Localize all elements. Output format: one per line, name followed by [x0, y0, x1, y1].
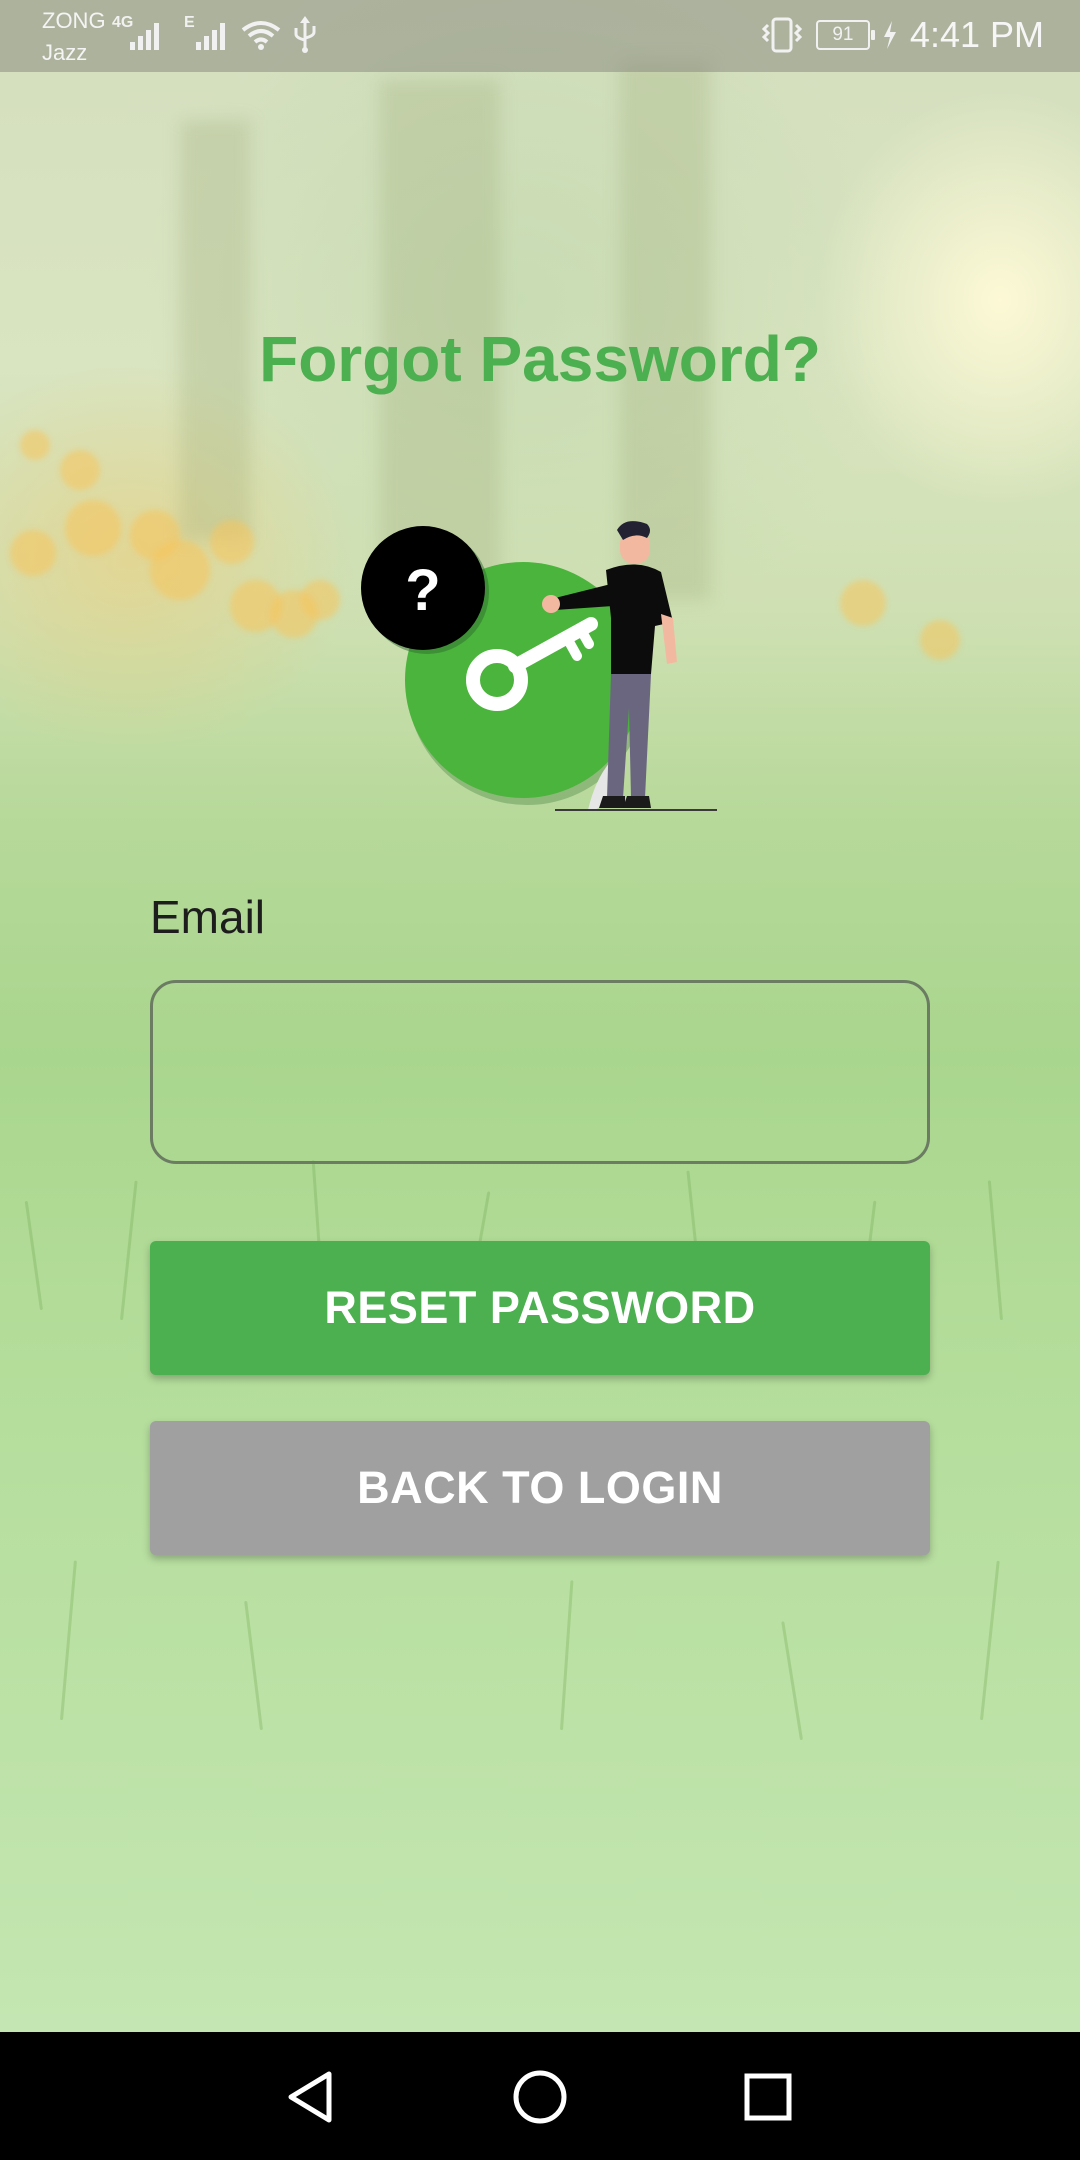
wifi-icon: [241, 21, 281, 50]
carrier-primary: ZONG: [42, 8, 106, 33]
recents-icon[interactable]: [733, 2062, 803, 2132]
email-label: Email: [150, 891, 266, 943]
forgot-password-screen: ZONG Jazz 4G E 91 4:41 PM Forgot Passwor…: [0, 0, 1080, 2160]
page-title: Forgot Password?: [259, 323, 821, 395]
clock: 4:41 PM: [909, 14, 1044, 55]
email-field[interactable]: [150, 980, 930, 1164]
carrier-secondary: Jazz: [42, 40, 88, 65]
svg-text:?: ?: [405, 558, 440, 623]
back-to-login-button[interactable]: BACK TO LOGIN: [150, 1421, 930, 1555]
battery-icon: 91: [815, 20, 875, 50]
home-icon[interactable]: [505, 2062, 575, 2132]
reset-password-button[interactable]: RESET PASSWORD: [150, 1241, 930, 1375]
vibrate-icon: [761, 17, 803, 53]
navigation-bar: [0, 2032, 1080, 2160]
status-bar: ZONG Jazz 4G E 91 4:41 PM: [0, 0, 1080, 72]
signal-icon: [130, 18, 159, 50]
back-icon[interactable]: [275, 2062, 345, 2132]
forgot-password-illustration: ?: [361, 521, 717, 811]
charging-icon: [883, 21, 896, 49]
network-type-2: E: [184, 14, 195, 31]
signal-icon: [196, 18, 225, 50]
status-right-group: 91 4:41 PM: [760, 14, 1044, 56]
usb-icon: [294, 16, 316, 53]
